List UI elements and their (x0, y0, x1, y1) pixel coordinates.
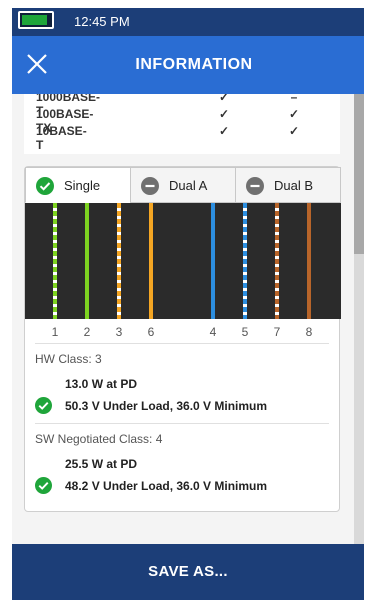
wire-pin-4 (211, 203, 215, 319)
speed-name: 10BASE-T (36, 124, 87, 152)
wire-pin-1 (53, 203, 57, 319)
scrollbar-thumb[interactable] (354, 94, 364, 254)
wire-pin-8 (307, 203, 311, 319)
tab-label: Dual B (274, 178, 314, 193)
scrollbar-track[interactable] (354, 94, 364, 544)
app-frame: 12:45 PM INFORMATION 1000BASE-T ✓ – 100B… (12, 8, 364, 600)
sw-class-label: SW Negotiated Class: 4 (35, 432, 163, 446)
pin-label: 8 (305, 325, 313, 339)
clock: 12:45 PM (74, 14, 130, 29)
pin-label: 3 (115, 325, 123, 339)
wire-pin-6 (149, 203, 153, 319)
divider (35, 343, 329, 344)
pin-label: 2 (83, 325, 91, 339)
tab-dual-a[interactable]: Dual A (130, 167, 236, 203)
pin-label: 7 (273, 325, 281, 339)
check-circle-icon (35, 477, 52, 494)
wire-pin-5 (243, 203, 247, 319)
speed-check: ✓ (288, 124, 300, 138)
save-as-label: SAVE AS... (148, 563, 228, 580)
hw-voltage: 50.3 V Under Load, 36.0 V Minimum (65, 399, 268, 413)
header-bar: INFORMATION (12, 36, 364, 94)
speed-check: ✓ (218, 94, 230, 104)
save-as-button[interactable]: SAVE AS... (12, 544, 364, 600)
wire-pin-2 (85, 203, 89, 319)
wire-pin-7 (275, 203, 279, 319)
status-bar: 12:45 PM (12, 8, 364, 36)
hw-class-label: HW Class: 3 (35, 352, 102, 366)
minus-circle-icon (246, 177, 264, 195)
pin-label: 1 (51, 325, 59, 339)
wire-pin-3 (117, 203, 121, 319)
speed-check: ✓ (218, 124, 230, 138)
minus-circle-icon (141, 177, 159, 195)
battery-level (22, 15, 48, 25)
check-circle-icon (36, 177, 54, 195)
battery-icon (18, 11, 54, 29)
pin-label: 5 (241, 325, 249, 339)
tab-label: Dual A (169, 178, 208, 193)
sw-voltage: 48.2 V Under Load, 36.0 V Minimum (65, 479, 268, 493)
pin-labels: 1 2 3 6 4 5 7 8 (25, 319, 341, 343)
pin-label: 4 (209, 325, 217, 339)
sw-power: 25.5 W at PD (65, 457, 138, 471)
tab-label: Single (64, 178, 101, 193)
pair-tabs: Single Dual A Dual B (25, 167, 341, 203)
scroll-content[interactable]: 1000BASE-T ✓ – 100BASE-TX ✓ ✓ 10BASE-T ✓… (12, 94, 364, 544)
speed-check: ✓ (218, 107, 230, 121)
wire-map (25, 203, 341, 319)
hw-power: 13.0 W at PD (65, 377, 138, 391)
tab-single[interactable]: Single (25, 167, 131, 203)
page-title: INFORMATION (135, 56, 253, 73)
pair-card: Single Dual A Dual B 1 2 3 6 4 5 7 8 HW … (24, 166, 341, 512)
pin-label: 6 (147, 325, 155, 339)
speed-check: ✓ (288, 107, 300, 121)
check-circle-icon (35, 397, 52, 414)
speed-table: 1000BASE-T ✓ – 100BASE-TX ✓ ✓ 10BASE-T ✓… (24, 94, 340, 154)
divider (35, 423, 329, 424)
tab-dual-b[interactable]: Dual B (235, 167, 341, 203)
speed-check: – (290, 94, 298, 104)
